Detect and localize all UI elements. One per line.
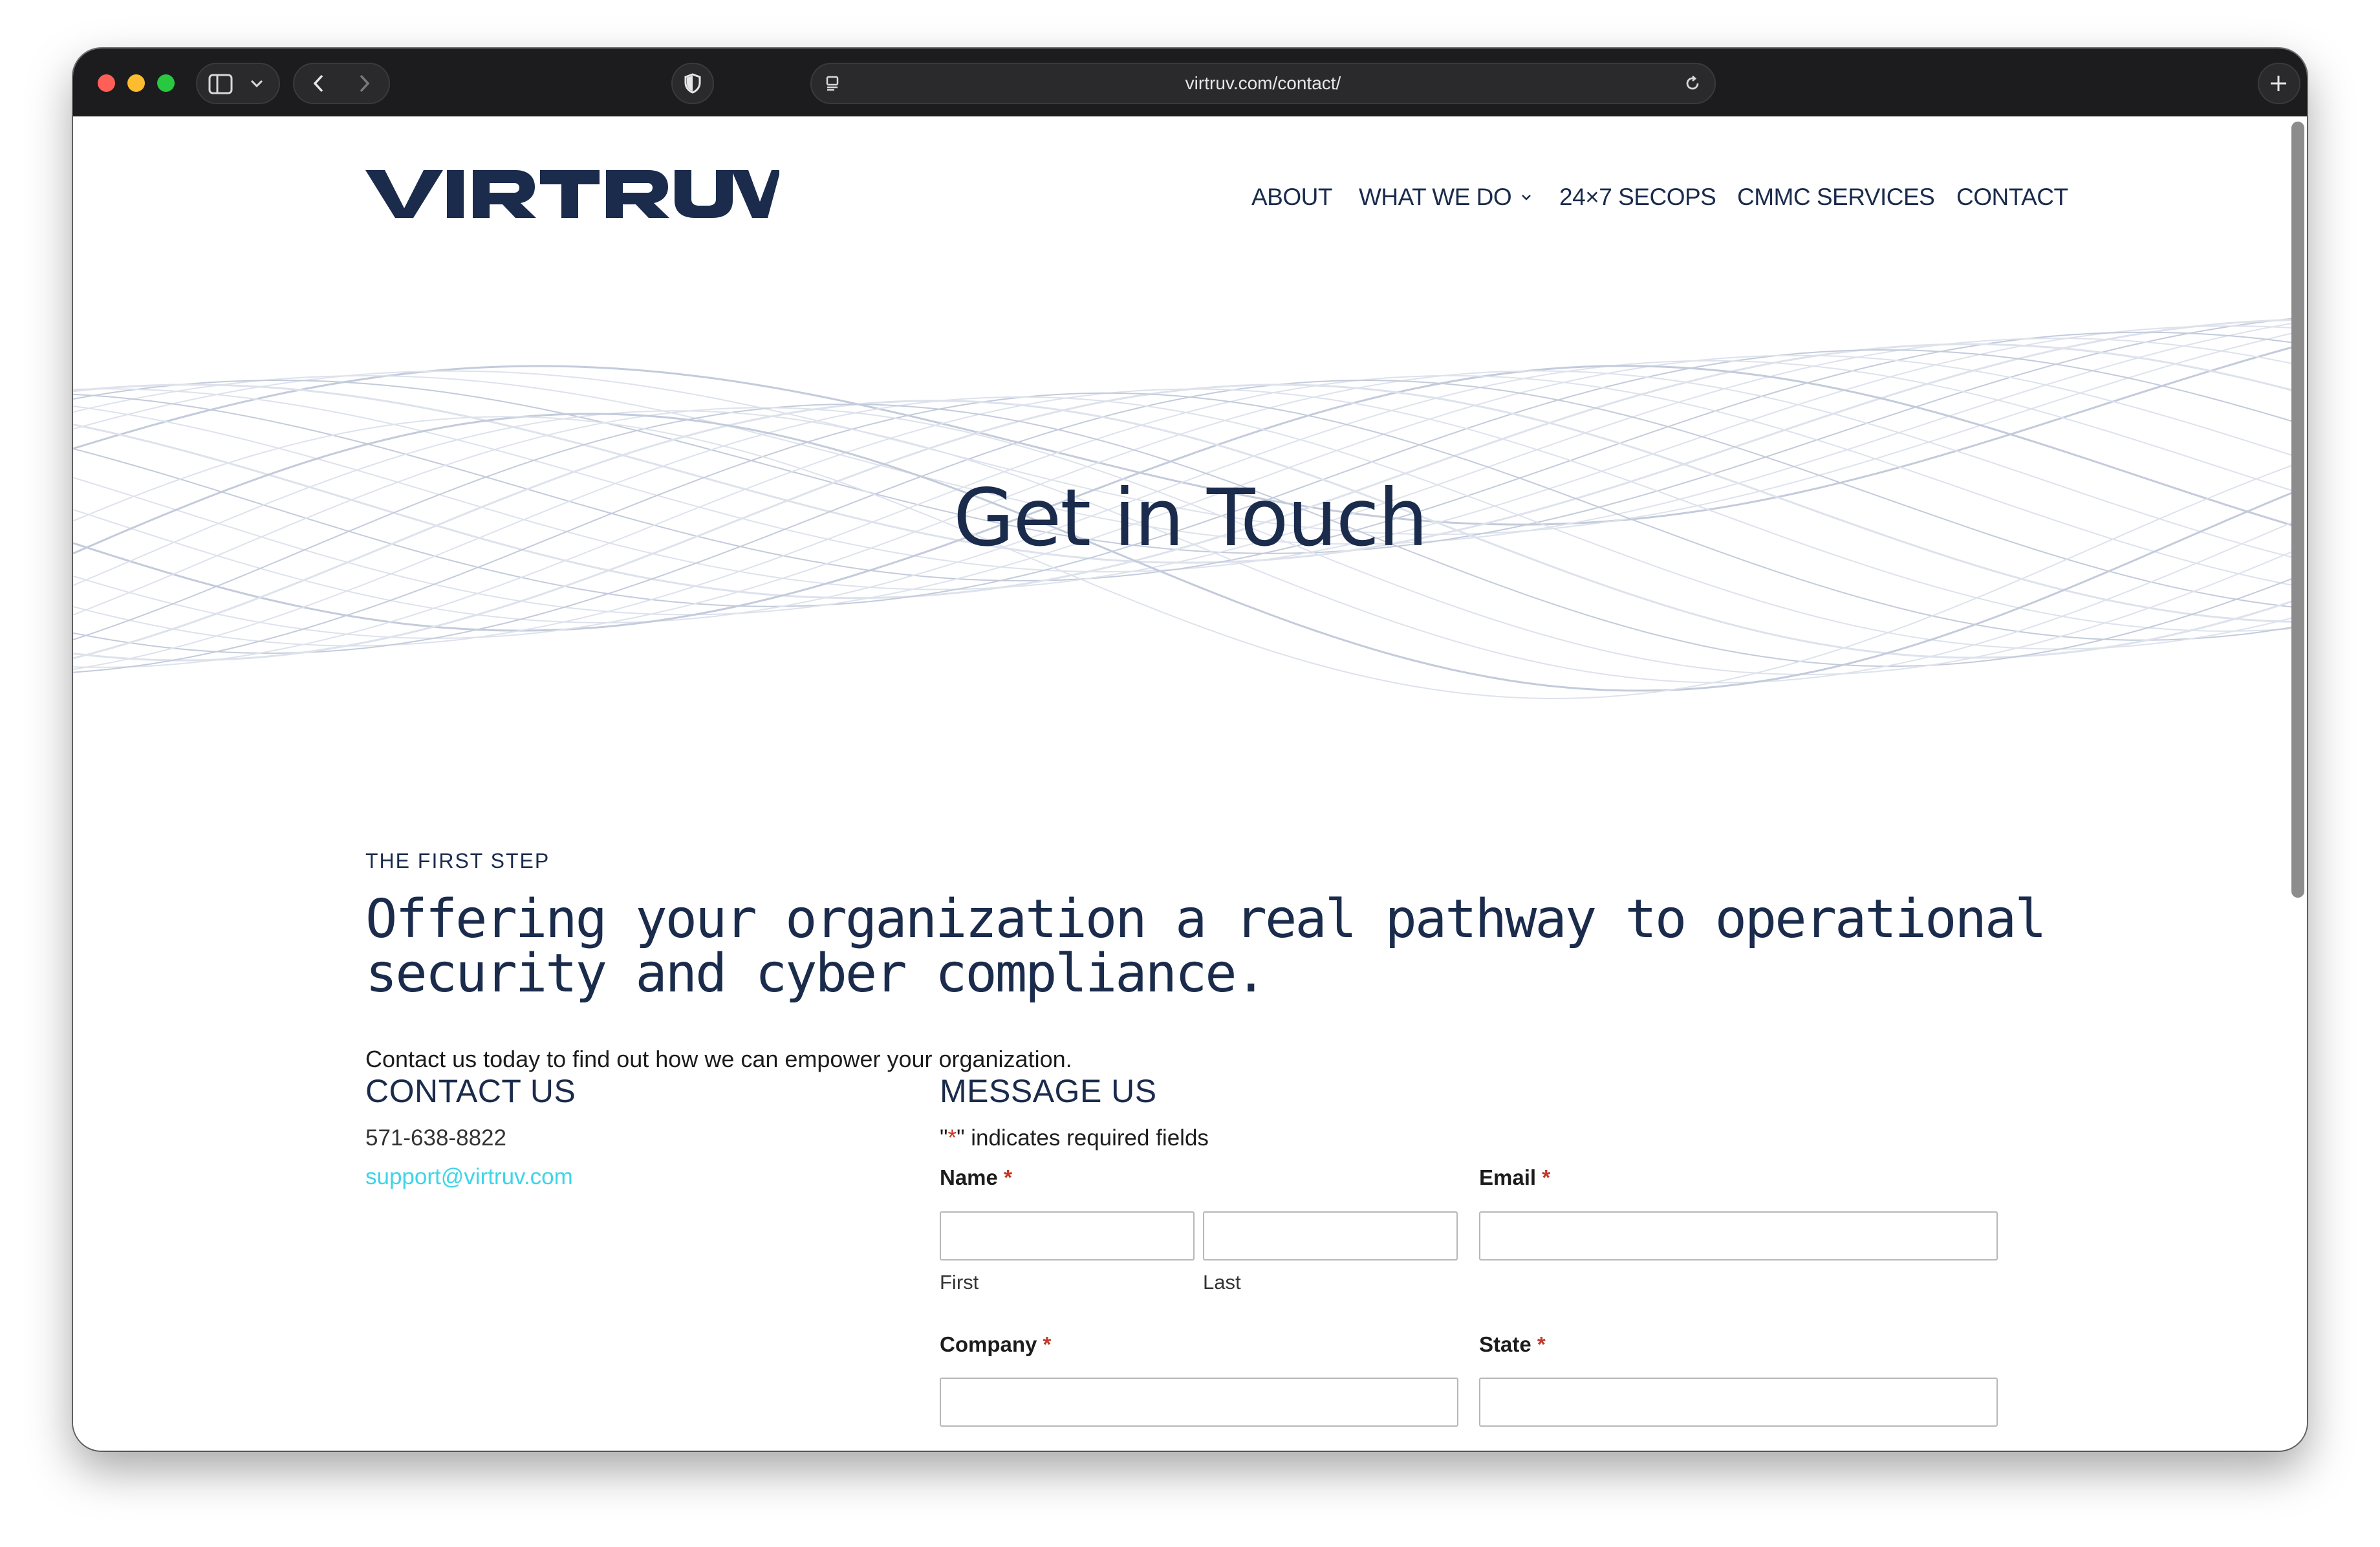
name-label-text: Name xyxy=(940,1165,998,1189)
headline-line-2: security and cyber compliance. xyxy=(365,943,1267,1004)
nav-about[interactable]: ABOUT xyxy=(1251,184,1332,211)
first-sublabel: First xyxy=(940,1271,979,1293)
browser-toolbar: virtruv.com/contact/ xyxy=(73,49,2307,116)
main-nav: ABOUT xyxy=(1251,181,1332,213)
contact-email-link[interactable]: support@virtruv.com xyxy=(365,1164,573,1190)
required-marker: * xyxy=(1004,1165,1012,1189)
required-marker: * xyxy=(1537,1332,1546,1356)
intro-text: Contact us today to find out how we can … xyxy=(365,1046,1072,1072)
company-input[interactable] xyxy=(940,1378,1458,1427)
address-bar[interactable]: virtruv.com/contact/ xyxy=(810,63,1716,104)
browser-window: virtruv.com/contact/ ABOUT WHAT WE DO 24… xyxy=(73,49,2307,1451)
name-label: Name * xyxy=(940,1165,1012,1190)
email-label-text: Email xyxy=(1479,1165,1537,1189)
reload-icon[interactable] xyxy=(1682,73,1703,94)
chevron-down-icon[interactable] xyxy=(1520,193,1532,201)
nav-contact[interactable]: CONTACT xyxy=(1956,184,2068,211)
last-sublabel: Last xyxy=(1203,1271,1241,1293)
close-window-button[interactable] xyxy=(98,74,115,92)
message-us-title: MESSAGE US xyxy=(940,1073,1157,1109)
nav-secops[interactable]: 24×7 SECOPS xyxy=(1559,184,1716,211)
contact-phone[interactable]: 571-638-8822 xyxy=(365,1125,506,1151)
email-label: Email * xyxy=(1479,1165,1550,1190)
page-scrollbar[interactable] xyxy=(2291,122,2304,898)
main-nav-cmmc: CMMC SERVICES xyxy=(1737,181,1935,213)
chevron-down-icon[interactable] xyxy=(248,74,266,92)
page-title: Get in Touch xyxy=(953,472,1428,564)
email-input[interactable] xyxy=(1479,1211,1998,1260)
main-nav-contact: CONTACT xyxy=(1956,181,2068,213)
back-icon[interactable] xyxy=(307,72,330,95)
headline-line-1: Offering your organization a real pathwa… xyxy=(365,889,2047,950)
required-marker: * xyxy=(1043,1332,1052,1356)
required-note-prefix: " xyxy=(940,1125,948,1151)
shield-icon[interactable] xyxy=(681,72,704,95)
first-name-input[interactable] xyxy=(940,1211,1195,1260)
section-headline: Offering your organization a real pathwa… xyxy=(365,892,2047,1001)
state-input[interactable] xyxy=(1479,1378,1998,1427)
required-marker: * xyxy=(1542,1165,1551,1189)
state-label: State * xyxy=(1479,1332,1546,1357)
required-fields-note: "*" indicates required fields xyxy=(940,1125,1209,1151)
sidebar-icon[interactable] xyxy=(208,72,233,96)
state-label-text: State xyxy=(1479,1332,1531,1356)
zoom-window-button[interactable] xyxy=(157,74,175,92)
web-page: ABOUT WHAT WE DO 24×7 SECOPS CMMC SERVIC… xyxy=(73,116,2307,1451)
company-label-text: Company xyxy=(940,1332,1037,1356)
required-note-suffix: " indicates required fields xyxy=(957,1125,1209,1151)
new-tab-icon[interactable] xyxy=(2267,72,2290,95)
contact-us-title: CONTACT US xyxy=(365,1073,576,1109)
minimize-window-button[interactable] xyxy=(127,74,145,92)
forward-icon[interactable] xyxy=(352,72,376,95)
site-logo[interactable] xyxy=(365,168,779,220)
section-eyebrow: THE FIRST STEP xyxy=(365,849,550,872)
nav-what-we-do[interactable]: WHAT WE DO xyxy=(1359,184,1512,211)
last-name-input[interactable] xyxy=(1203,1211,1458,1260)
url-text: virtruv.com/contact/ xyxy=(1185,73,1341,93)
required-note-star: * xyxy=(947,1125,957,1151)
company-label: Company * xyxy=(940,1332,1051,1357)
main-nav-whatwedo: WHAT WE DO xyxy=(1359,181,1532,213)
nav-cmmc-services[interactable]: CMMC SERVICES xyxy=(1737,184,1935,211)
main-nav-secops: 24×7 SECOPS xyxy=(1559,181,1716,213)
